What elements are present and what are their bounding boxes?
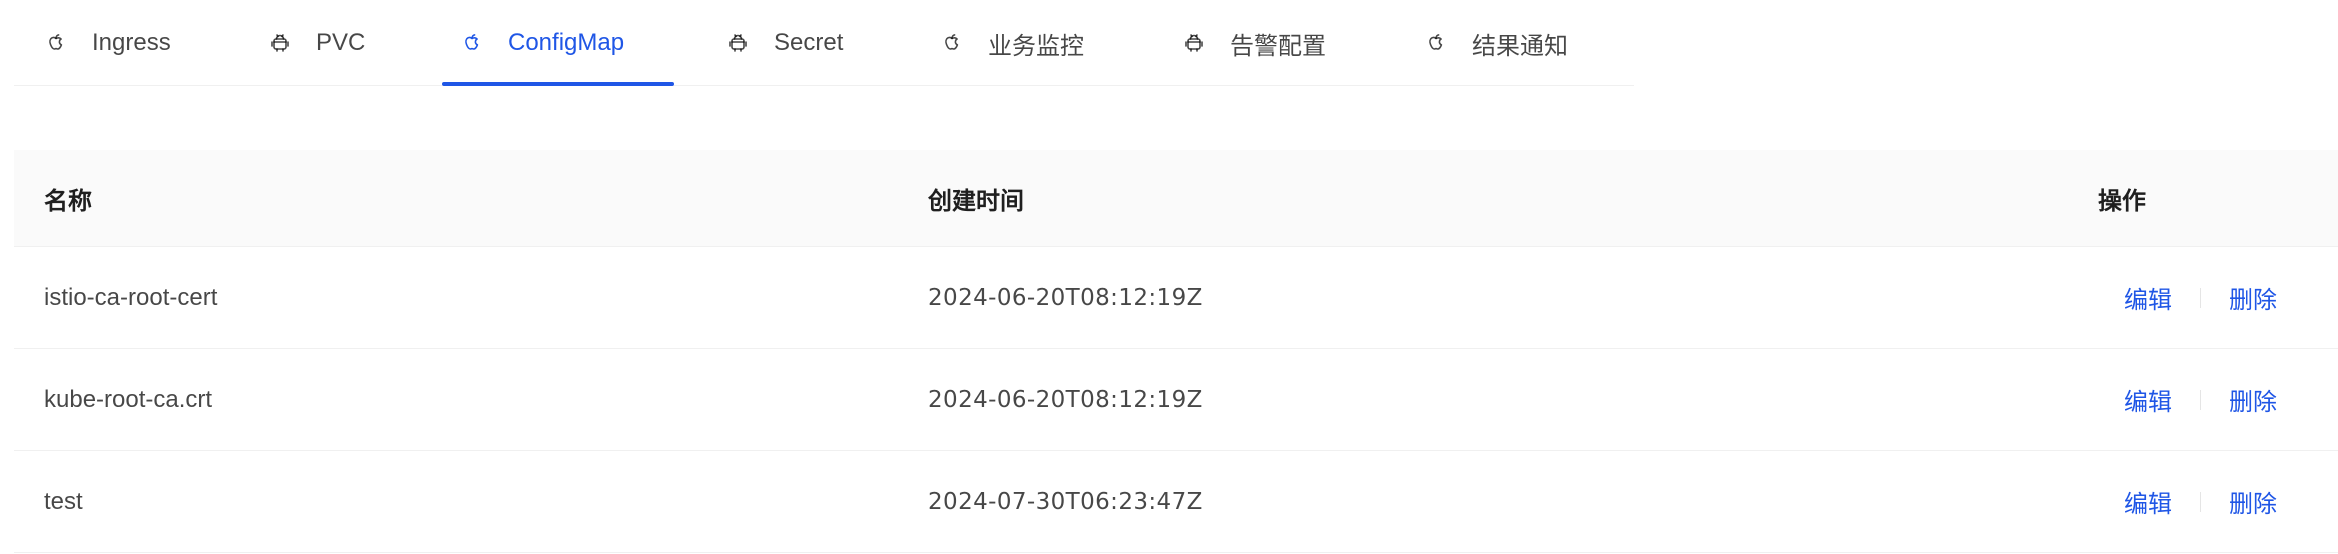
cell-created-time: 2024-06-20T08:12:19Z: [928, 386, 1203, 413]
table-row: kube-root-ca.crt 2024-06-20T08:12:19Z 编辑…: [14, 349, 2338, 451]
tab-alert-config[interactable]: 告警配置: [1180, 0, 1326, 86]
edit-button[interactable]: 编辑: [2124, 280, 2172, 315]
tab-label: 告警配置: [1230, 32, 1326, 60]
table-header: 名称 创建时间 操作: [14, 150, 2338, 247]
tab-bar: Ingress PVC ConfigMap Secret 业务监控 告警配置 结…: [14, 0, 1634, 86]
tab-ingress[interactable]: Ingress: [42, 0, 171, 86]
cell-name: kube-root-ca.crt: [44, 385, 213, 413]
action-divider: [2200, 389, 2201, 410]
edit-button[interactable]: 编辑: [2124, 382, 2172, 417]
cell-name: istio-ca-root-cert: [44, 283, 218, 311]
delete-button[interactable]: 删除: [2229, 382, 2277, 417]
apple-icon: [1422, 29, 1450, 57]
cell-actions: 编辑 删除: [2098, 349, 2277, 450]
tab-pvc[interactable]: PVC: [266, 0, 365, 86]
android-icon: [724, 29, 752, 57]
table-row: istio-ca-root-cert 2024-06-20T08:12:19Z …: [14, 247, 2338, 349]
apple-icon: [458, 29, 486, 57]
tab-label: ConfigMap: [508, 29, 625, 56]
tab-result-notification[interactable]: 结果通知: [1422, 0, 1568, 86]
delete-button[interactable]: 删除: [2229, 484, 2277, 519]
cell-actions: 编辑 删除: [2098, 451, 2277, 552]
tab-label: Ingress: [92, 29, 171, 56]
tab-business-monitoring[interactable]: 业务监控: [938, 0, 1084, 86]
active-tab-indicator: [442, 82, 674, 86]
table-row: test 2024-07-30T06:23:47Z 编辑 删除: [14, 451, 2338, 553]
android-icon: [266, 29, 294, 57]
tab-label: Secret: [774, 29, 844, 56]
tab-label: 结果通知: [1472, 32, 1568, 60]
column-header-created-time: 创建时间: [928, 187, 1024, 215]
column-header-actions: 操作: [2098, 187, 2146, 215]
cell-actions: 编辑 删除: [2098, 247, 2277, 348]
android-icon: [1180, 29, 1208, 57]
action-divider: [2200, 491, 2201, 512]
configmap-table: 名称 创建时间 操作 istio-ca-root-cert 2024-06-20…: [14, 150, 2338, 553]
cell-created-time: 2024-07-30T06:23:47Z: [928, 488, 1203, 515]
column-header-name: 名称: [44, 187, 92, 215]
apple-icon: [42, 29, 70, 57]
tab-secret[interactable]: Secret: [724, 0, 843, 86]
cell-name: test: [44, 487, 83, 515]
delete-button[interactable]: 删除: [2229, 280, 2277, 315]
apple-icon: [938, 29, 966, 57]
edit-button[interactable]: 编辑: [2124, 484, 2172, 519]
tab-label: PVC: [316, 29, 366, 56]
tab-configmap[interactable]: ConfigMap: [458, 0, 624, 86]
tab-label: 业务监控: [988, 32, 1084, 60]
cell-created-time: 2024-06-20T08:12:19Z: [928, 284, 1203, 311]
action-divider: [2200, 287, 2201, 308]
